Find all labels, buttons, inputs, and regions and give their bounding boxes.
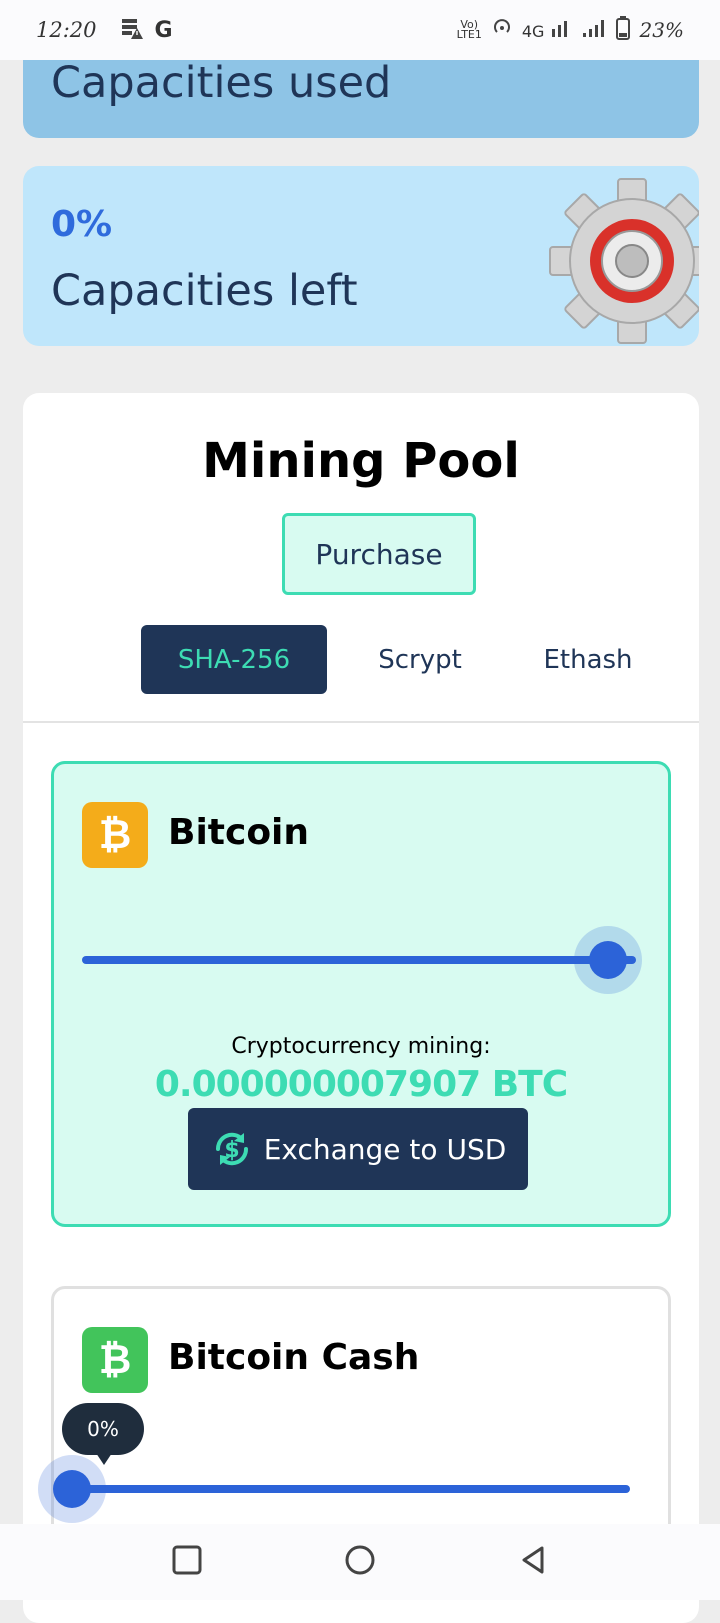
divider — [23, 721, 699, 723]
gear-icon — [549, 178, 699, 344]
battery-level: 23% — [639, 18, 684, 42]
coin-name: Bitcoin Cash — [168, 1337, 420, 1378]
mining-value: 0.000000007907 BTC — [154, 1064, 568, 1105]
capacities-left-percent: 0% — [51, 204, 113, 245]
tab-scrypt[interactable]: Scrypt — [327, 625, 513, 694]
exchange-to-usd-button[interactable]: $ Exchange to USD — [188, 1108, 528, 1190]
slider-track — [82, 1485, 630, 1493]
signal-icon — [582, 19, 606, 41]
hotspot-icon — [492, 18, 512, 42]
svg-text:$: $ — [224, 1138, 239, 1163]
status-bar: 12:20 G Vo) LTE1 4G 23% — [0, 0, 720, 60]
status-time: 12:20 — [36, 18, 97, 42]
battery-icon — [615, 16, 630, 44]
mining-label: Cryptocurrency mining: — [231, 1034, 491, 1059]
bitcoin-icon: ₿ — [82, 802, 148, 868]
mining-pool-title: Mining Pool — [202, 433, 520, 489]
coin-card-bitcoin: ₿ Bitcoin Cryptocurrency mining: 0.00000… — [51, 761, 671, 1227]
coin-name: Bitcoin — [168, 812, 310, 853]
slider-track — [82, 956, 636, 964]
home-icon[interactable] — [343, 1543, 377, 1581]
navigation-bar — [0, 1524, 720, 1600]
slider-knob[interactable] — [53, 1470, 91, 1508]
storage-warning-icon — [119, 16, 143, 44]
capacities-used-label: Capacities used — [51, 58, 392, 108]
algorithm-tabs: SHA-256 Scrypt Ethash — [141, 625, 663, 694]
tab-ethash[interactable]: Ethash — [513, 625, 663, 694]
back-icon[interactable] — [516, 1543, 550, 1581]
capacities-left-label: Capacities left — [51, 266, 358, 316]
volte-icon: Vo) LTE1 — [456, 18, 482, 41]
capacities-left-card: 0% Capacities left — [23, 166, 699, 346]
mining-pool-panel: Mining Pool Purchase SHA-256 Scrypt Etha… — [23, 393, 699, 1623]
exchange-label: Exchange to USD — [263, 1132, 507, 1166]
exchange-icon: $ — [215, 1132, 248, 1166]
tab-sha-256[interactable]: SHA-256 — [141, 625, 327, 694]
slider-knob[interactable] — [589, 941, 627, 979]
network-type: 4G — [521, 22, 545, 41]
slider-value-tooltip: 0% — [62, 1403, 144, 1465]
recent-apps-icon[interactable] — [170, 1543, 204, 1581]
bitcoin-cash-icon: ₿ — [82, 1327, 148, 1393]
purchase-button[interactable]: Purchase — [282, 513, 476, 595]
signal-4g-icon: 4G — [522, 19, 572, 41]
google-icon: G — [154, 17, 173, 43]
